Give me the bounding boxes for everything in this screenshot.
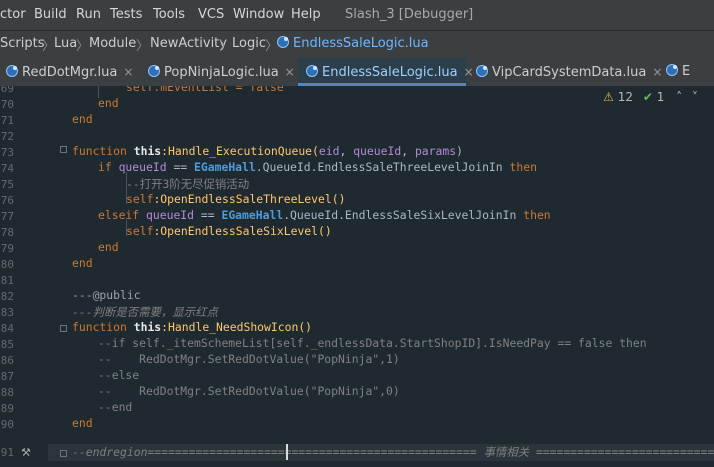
code-line-78: self:OpenEndlessSaleSixLevel() [126,224,332,238]
menu-vcs[interactable]: VCS [198,7,224,22]
warning-icon: ⚠ [603,90,614,104]
code-line-75: --打开3阶无尽促销活动 [126,177,250,191]
line-number: 69 [0,86,14,95]
fold-marker-icon[interactable] [60,146,67,153]
code-line-76: self:OpenEndlessSaleThreeLevel() [126,192,346,206]
line-number: 89 [0,402,14,415]
code-line-82: ---@public [72,288,141,302]
menu-tests[interactable]: Tests [110,7,142,22]
line-number: 91 [0,446,14,459]
code-line-84: function this:Handle_NeedShowIcon() [72,320,313,334]
line-number: 86 [0,354,14,367]
lua-file-icon [148,65,160,77]
line-number: 85 [0,338,14,351]
line-number: 79 [0,242,14,255]
close-icon[interactable]: × [464,65,474,79]
code-line-73: function this:Handle_ExecutionQueue(eid,… [72,144,463,158]
code-line-77: elseif queueId == EGameHall.QueueId.Endl… [98,208,551,222]
menu-help[interactable]: Help [291,7,321,22]
tab-label: VipCardSystemData.lua [492,65,647,80]
code-line-69: self.mEventList = false [126,86,284,94]
code-line-70: end [98,96,119,110]
chevron-up-icon[interactable]: ˄ [676,90,682,104]
tab-label: E [682,64,691,79]
check-icon: ✔ [642,90,653,104]
line-number: 75 [0,178,14,191]
fold-marker-icon[interactable] [60,325,67,332]
code-editor[interactable]: 69 70 71 72 73 74 75 76 77 78 79 80 81 8… [0,86,714,467]
line-number: 84 [0,322,14,335]
lua-file-icon [306,65,318,77]
line-number: 70 [0,98,14,111]
menu-build[interactable]: Build [34,7,67,22]
line-number: 88 [0,386,14,399]
close-icon[interactable]: × [285,65,295,79]
text-caret [286,444,288,460]
code-line-83: ---判断是否需要，显示红点 [72,305,218,319]
code-line-87: --else [98,368,140,382]
chevron-right-icon: 〉 [136,39,150,54]
breadcrumb: Scripts 〉 Lua 〉 Module 〉 NewActivity 〉 L… [0,30,714,58]
line-number: 83 [0,306,14,319]
menu-window[interactable]: Window [233,7,284,22]
breadcrumb-module[interactable]: Module [89,36,136,51]
line-number: 72 [0,130,14,143]
line-number: 87 [0,370,14,383]
fold-marker-icon[interactable] [60,450,67,457]
menu-run[interactable]: Run [76,7,101,22]
line-number: 80 [0,258,14,271]
chevron-down-icon[interactable]: ˅ [692,90,698,104]
window-title: Slash_3 [Debugger] [345,7,474,22]
build-hammer-icon[interactable]: ⚒ [21,446,31,459]
code-line-71: end [72,112,93,126]
ok-count: 1 [656,90,665,104]
breadcrumb-file[interactable]: EndlessSaleLogic.lua [277,36,429,51]
editor-tabs: RedDotMgr.lua × PopNinjaLogic.lua × Endles… [0,58,714,87]
breadcrumb-newactivity[interactable]: NewActivity [150,36,227,51]
lua-file-icon [277,36,289,48]
lua-file-icon [476,65,488,77]
code-line-74: if queueId == EGameHall.QueueId.EndlessS… [98,160,537,174]
tab-endlesssalelogic[interactable]: EndlessSaleLogic.lua × [298,58,474,86]
tab-overflow[interactable]: E [666,58,714,86]
tab-label: RedDotMgr.lua [22,65,118,80]
code-line-89: --end [98,400,133,414]
lua-file-icon [666,64,678,76]
code-line-85: --if self._itemSchemeList[self._endlessD… [98,336,647,350]
code-line-79: end [98,240,119,254]
breadcrumb-scripts[interactable]: Scripts [0,36,44,51]
line-number: 71 [0,114,14,127]
close-icon[interactable]: × [652,65,662,79]
tab-label: EndlessSaleLogic.lua [322,65,458,80]
menu-bar: ctor Build Run Tests Tools VCS Window He… [0,0,714,30]
lua-file-icon [6,65,18,77]
tab-vipcardsystemdata[interactable]: VipCardSystemData.lua × [476,58,662,86]
code-line-90: end [72,416,93,430]
breadcrumb-lua[interactable]: Lua [54,36,77,51]
code-line-86: -- RedDotMgr.SetRedDotValue("PopNinja",1… [98,352,400,366]
tab-popninjalogic[interactable]: PopNinjaLogic.lua × [148,58,296,86]
tab-reddotmgr[interactable]: RedDotMgr.lua × [6,58,133,86]
line-number: 74 [0,162,14,175]
warning-count: 12 [617,90,633,104]
code-line-91: --endregion=============================… [72,445,714,459]
line-number: 90 [0,418,14,431]
close-icon[interactable]: × [123,65,133,79]
inspection-widget[interactable]: ⚠ 12 ✔ 1 ˄ ˅ [603,90,698,104]
code-line-88: -- RedDotMgr.SetRedDotValue("PopNinja",0… [98,384,400,398]
line-number: 82 [0,290,14,303]
menu-tools[interactable]: Tools [153,7,185,22]
line-number: 73 [0,146,14,159]
breadcrumb-file-label: EndlessSaleLogic.lua [293,36,429,51]
line-number: 78 [0,226,14,239]
breadcrumb-logic[interactable]: Logic [232,36,266,51]
chevron-right-icon: 〉 [76,39,90,54]
line-number: 81 [0,274,14,287]
line-number: 77 [0,210,14,223]
code-line-80: end [72,256,93,270]
line-number: 76 [0,194,14,207]
tab-label: PopNinjaLogic.lua [164,65,279,80]
chevron-right-icon: 〉 [219,39,233,54]
menu-refactor[interactable]: ctor [0,7,26,22]
